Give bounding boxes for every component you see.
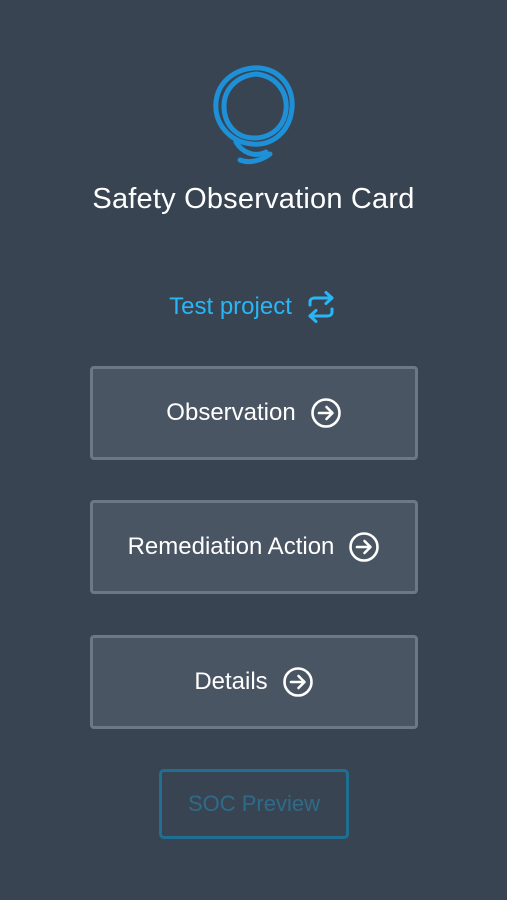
swap-arrows-icon[interactable] xyxy=(304,290,338,324)
details-button-label: Details xyxy=(194,668,268,695)
arrow-circle-right-icon xyxy=(310,398,341,428)
remediation-action-button-label: Remediation Action xyxy=(127,533,335,560)
soc-preview-button[interactable]: SOC Preview xyxy=(159,769,349,839)
soc-preview-button-label: SOC Preview xyxy=(187,791,321,816)
project-name: Test project xyxy=(169,293,292,320)
observation-button[interactable]: Observation xyxy=(90,366,418,460)
details-button[interactable]: Details xyxy=(90,635,418,729)
app-logo-icon xyxy=(213,65,295,165)
observation-button-label: Observation xyxy=(166,399,296,426)
arrow-circle-right-icon xyxy=(349,532,380,562)
project-switcher[interactable]: Test project xyxy=(0,287,507,327)
remediation-action-button[interactable]: Remediation Action xyxy=(90,500,418,594)
arrow-circle-right-icon xyxy=(282,667,313,697)
app-title: Safety Observation Card xyxy=(92,183,415,215)
